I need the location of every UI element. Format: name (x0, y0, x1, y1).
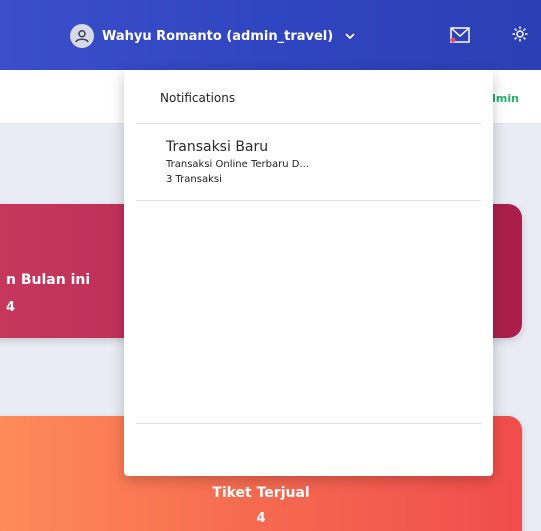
stat-card-value: 4 (256, 511, 266, 526)
divider (136, 423, 481, 424)
stat-card-value: 4 (6, 300, 16, 315)
notification-count: 3 Transaksi (166, 174, 222, 185)
divider (136, 123, 481, 124)
user-menu-toggle[interactable]: Wahyu Romanto (admin_travel) (70, 24, 355, 48)
notifications-dropdown: Notifications Transaksi Baru Transaksi O… (124, 70, 493, 476)
stat-card-title: Tiket Terjual (212, 485, 310, 501)
top-navbar: Wahyu Romanto (admin_travel) (0, 0, 541, 70)
gear-icon[interactable] (511, 25, 529, 43)
notification-title: Transaksi Baru (166, 139, 269, 155)
mail-icon[interactable] (450, 27, 470, 43)
notification-description: Transaksi Online Terbaru D... (166, 159, 309, 170)
divider (136, 200, 481, 201)
user-icon (70, 24, 94, 48)
notification-item[interactable]: Transaksi Baru Transaksi Online Terbaru … (166, 139, 479, 187)
dashboard-page: Wahyu Romanto (admin_travel) dmin n Bula… (0, 0, 541, 531)
chevron-down-icon (345, 33, 355, 40)
user-name-label: Wahyu Romanto (admin_travel) (102, 28, 334, 44)
notifications-header: Notifications (160, 91, 236, 105)
stat-card-title: n Bulan ini (6, 272, 91, 288)
